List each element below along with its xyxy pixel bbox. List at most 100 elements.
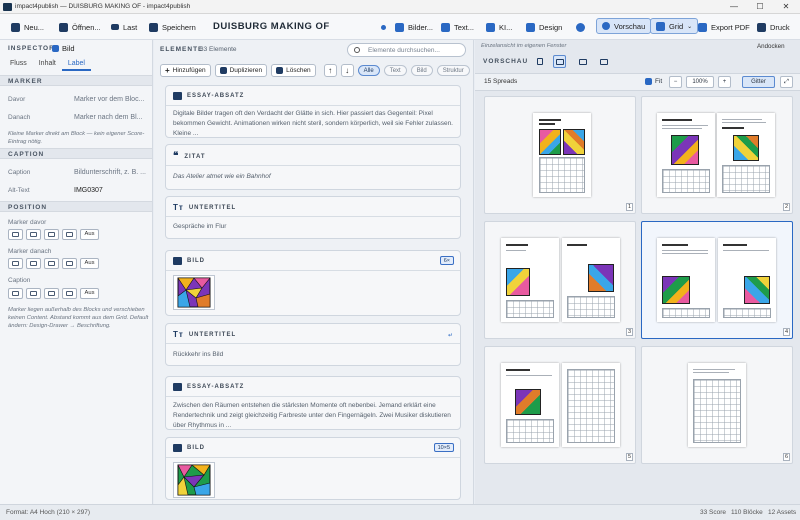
inspector-heading: INSPECTOR (8, 45, 55, 52)
page (533, 113, 591, 197)
elements-toolbar: + Hinzufügen Duplizieren Löschen ↑ ↓ Alle… (160, 64, 470, 77)
image-icon (173, 444, 182, 452)
image-thumbnail[interactable] (173, 275, 215, 310)
fullscreen-button[interactable]: ⤢ (780, 76, 793, 88)
maximize-icon[interactable]: ☐ (747, 0, 773, 14)
print-label: Druck (770, 22, 790, 32)
open-button[interactable]: Öffnen... (56, 20, 104, 34)
position-note: Marker liegen außerhalb des Blocks und v… (8, 307, 149, 329)
position-bottom-left-button[interactable] (26, 258, 41, 269)
caption-bottom-left-button[interactable] (26, 288, 41, 299)
dock-button[interactable]: Andocken (757, 43, 785, 50)
tab-inhalt[interactable]: Inhalt (33, 58, 62, 71)
element-card-essay[interactable]: ESSAY-ABSATZ Zwischen den Räumen entsteh… (165, 376, 461, 430)
position-bottom-right-button[interactable] (62, 258, 77, 269)
position-top-right-button[interactable] (44, 229, 59, 240)
elements-count: 33 Elemente (200, 46, 237, 53)
zoom-in-button[interactable]: + (718, 76, 731, 88)
grid-view-button[interactable] (553, 55, 566, 68)
filter-image-label: Bild (416, 67, 427, 74)
element-card-subtitle[interactable]: Tт UNTERTITEL Gespräche im Flur (165, 196, 461, 239)
filter-image[interactable]: Bild (410, 65, 433, 76)
image-thumbnail[interactable] (173, 462, 215, 498)
add-element-button[interactable]: + Hinzufügen (160, 64, 211, 77)
page (657, 113, 715, 197)
caption-left-button[interactable] (8, 288, 23, 299)
delete-button[interactable]: Löschen (271, 64, 316, 77)
tab-label[interactable]: Label (61, 58, 91, 71)
double-view-button[interactable] (597, 55, 610, 68)
page-icon (536, 58, 543, 65)
position-top-button[interactable] (26, 229, 41, 240)
print-button[interactable]: Druck (754, 20, 793, 34)
document-title: DUISBURG MAKING OF (213, 21, 330, 32)
fit-button[interactable]: Fit (645, 78, 662, 85)
marker-before-position-buttons: Aus (8, 229, 99, 240)
caption-bottom-button[interactable] (44, 288, 59, 299)
filter-structure[interactable]: Struktur (436, 65, 470, 76)
palette-button[interactable] (573, 20, 588, 34)
card-text: Zwischen den Räumen entstehen die stärks… (173, 402, 451, 429)
duplicate-button[interactable]: Duplizieren (214, 64, 268, 77)
position-left-button[interactable] (8, 258, 23, 269)
ki-button[interactable]: KI... (483, 20, 515, 34)
palette-icon (576, 22, 585, 32)
element-card-image[interactable]: BILD 6× (165, 250, 461, 316)
export-pdf-button[interactable]: Export PDF (695, 20, 753, 34)
caption-field[interactable]: Bildunterschrift, z. B. ... (74, 169, 146, 176)
spread-view-button[interactable] (576, 55, 589, 68)
zoom-level[interactable]: 100% (686, 76, 714, 88)
single-page-view-button[interactable] (533, 55, 546, 68)
marker-after-field[interactable]: Marker nach dem Bl... (74, 114, 142, 121)
caption-position-label: Caption (8, 277, 31, 284)
move-down-button[interactable]: ↓ (340, 64, 354, 77)
card-text: Rückkehr ins Bild (173, 351, 224, 358)
elements-search-input[interactable]: Elemente durchsuchen... (347, 43, 466, 57)
caption-off-button[interactable]: Aus (80, 288, 99, 299)
zoom-out-button[interactable]: − (669, 76, 682, 88)
caption-right-button[interactable] (62, 288, 77, 299)
element-card-quote[interactable]: ❝ ZITAT Das Atelier atmet wie ein Bahnhof (165, 144, 461, 190)
position-top-left-button[interactable] (8, 229, 23, 240)
position-off-button[interactable]: Aus (80, 229, 99, 240)
save-button[interactable]: Speichern (146, 20, 199, 34)
spread-2[interactable]: 2 (641, 96, 793, 214)
position-right-button[interactable] (62, 229, 77, 240)
score-status: 33 Score (700, 509, 727, 516)
minimize-icon[interactable]: — (721, 0, 747, 14)
blocks-status: 110 Blöcke (731, 509, 763, 516)
inspector-tabs: Fluss Inhalt Label (4, 58, 149, 71)
new-button[interactable]: Neu... (8, 20, 47, 34)
ki-label: KI... (499, 22, 513, 32)
printer-icon (757, 22, 766, 32)
marker-after-position-buttons: Aus (8, 258, 99, 269)
filter-all[interactable]: Alle (357, 65, 380, 76)
text-button[interactable]: Text... (438, 20, 477, 34)
card-type: BILD (187, 258, 205, 264)
spread-4[interactable]: 4 (641, 221, 793, 339)
position-off-button[interactable]: Aus (80, 258, 99, 269)
element-card-essay[interactable]: ESSAY-ABSATZ Digitale Bilder tragen oft … (165, 85, 461, 138)
tab-fluss[interactable]: Fluss (4, 58, 33, 71)
design-button[interactable]: Design (523, 20, 565, 34)
marker-before-field[interactable]: Marker vor dem Bloc... (74, 96, 144, 103)
position-bottom-button[interactable] (44, 258, 59, 269)
spread-6[interactable]: 6 (641, 346, 793, 464)
assets-status: 12 Assets (768, 509, 797, 516)
spread-5[interactable]: 5 (484, 346, 636, 464)
filter-text[interactable]: Text (383, 65, 407, 76)
element-card-subtitle[interactable]: Tт UNTERTITEL ↵ Rückkehr ins Bild (165, 323, 461, 366)
text-icon (441, 22, 450, 32)
grid-toggle-button[interactable]: Gitter (742, 76, 775, 88)
images-button[interactable]: Bilder... (392, 20, 436, 34)
spread-1[interactable]: 1 (484, 96, 636, 214)
inspector-selection: Bild (52, 44, 75, 53)
element-card-image[interactable]: BILD 10×5 (165, 437, 461, 500)
grid-button[interactable]: Grid ⌄ (650, 18, 699, 34)
last-button[interactable]: Last (108, 20, 140, 34)
move-up-button[interactable]: ↑ (323, 64, 337, 77)
alt-text-field[interactable]: IMG0307 (74, 187, 103, 194)
spread-3[interactable]: 3 (484, 221, 636, 339)
close-icon[interactable]: ✕ (773, 0, 799, 14)
preview-button[interactable]: Vorschau (596, 18, 652, 34)
